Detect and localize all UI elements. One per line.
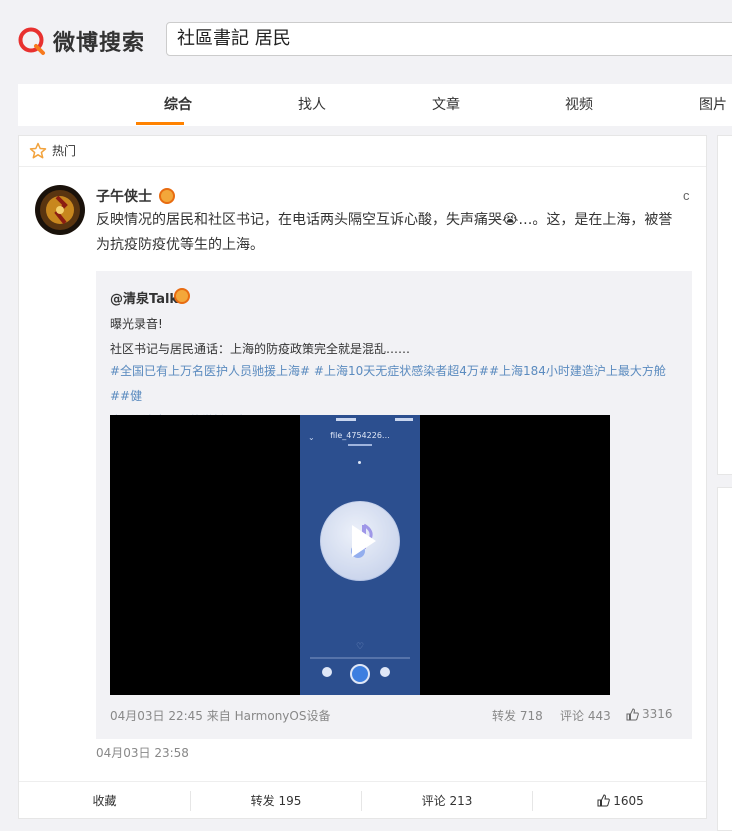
verified-icon [159,188,175,204]
quoted-timestamp[interactable]: 04月03日 22:45 来自 HarmonyOS设备 [110,707,330,724]
thumbs-up-icon [626,708,639,721]
repost-button[interactable]: 转发 195 [191,782,361,820]
favorite-button[interactable]: 收藏 [19,782,190,820]
quoted-text-line: 社区书记与居民通话：上海的防疫政策完全就是混乱…… [110,342,411,356]
search-tab-bar: 综合 找人 文章 视频 图片 [18,84,732,126]
search-input[interactable]: 社區書記 居民 [166,22,732,56]
tab-comprehensive[interactable]: 综合 [164,84,192,126]
subtitle-line [348,444,372,446]
sidebar-panel [717,135,732,475]
quoted-like-count[interactable]: 3316 [642,707,673,721]
quoted-post[interactable]: @清泉Talk 曝光录音! 社区书记与居民通话：上海的防疫政策完全就是混乱…… … [96,271,692,739]
active-tab-indicator [136,122,184,125]
like-count: 1605 [613,794,644,808]
page-dot [358,461,361,464]
tab-articles[interactable]: 文章 [432,84,460,126]
quoted-comment-count[interactable]: 评论 443 [560,707,611,724]
hot-label: 热门 [52,144,77,158]
logo-text: 微博搜索 [53,31,146,56]
video-player[interactable]: ⌄ file_4754226… ♡ [110,415,610,695]
hot-section-header: 热门 [19,136,706,167]
sidebar-panel [717,487,732,831]
post-text-line: 为抗疫防疫优等生的上海。 [96,237,264,253]
progress-track [310,657,410,659]
more-options-icon[interactable]: c [683,188,690,203]
quoted-text-line: 曝光录音! [110,317,163,331]
weibo-post-card: 热门 子午侠士 c 反映情况的居民和社区书记，在电话两头隔空互诉心酸，失声痛哭😭… [18,135,707,819]
post-text-line: 反映情况的居民和社区书记，在电话两头隔空互诉心酸，失声痛哭😭…。这，是在上海，被… [96,212,673,228]
comment-button[interactable]: 评论 213 [362,782,532,820]
play-icon[interactable] [320,501,400,581]
post-action-bar: 收藏 转发 195 评论 213 1605 [19,781,706,820]
status-bar-indicator [336,418,356,421]
video-file-name: file_4754226… [330,431,390,440]
tab-people[interactable]: 找人 [298,84,326,126]
quoted-author-name[interactable]: @清泉Talk [110,288,178,307]
post-timestamp[interactable]: 04月03日 23:58 [96,744,189,761]
tab-pictures[interactable]: 图片 [699,84,727,126]
heart-icon: ♡ [356,641,365,651]
weibo-search-logo[interactable]: 微博搜索 [17,24,145,58]
next-icon [380,667,390,677]
hashtag-line[interactable]: #全国已有上万名医护人员驰援上海# #上海10天无症状感染者超4万##上海184… [110,359,678,409]
weibo-logo-icon [17,26,47,56]
post-text: 反映情况的居民和社区书记，在电话两头隔空互诉心酸，失声痛哭😭…。这，是在上海，被… [96,208,696,258]
previous-icon [322,667,332,677]
verified-icon [174,288,190,304]
pause-icon [350,664,370,684]
quoted-repost-count[interactable]: 转发 718 [492,707,543,724]
post-author-name[interactable]: 子午侠士 [96,186,152,206]
tab-videos[interactable]: 视频 [565,84,593,126]
status-bar-indicator [395,418,413,421]
thumbs-up-icon [597,794,611,807]
star-icon [29,142,47,159]
avatar[interactable] [35,185,85,235]
like-button[interactable]: 1605 [533,782,708,820]
